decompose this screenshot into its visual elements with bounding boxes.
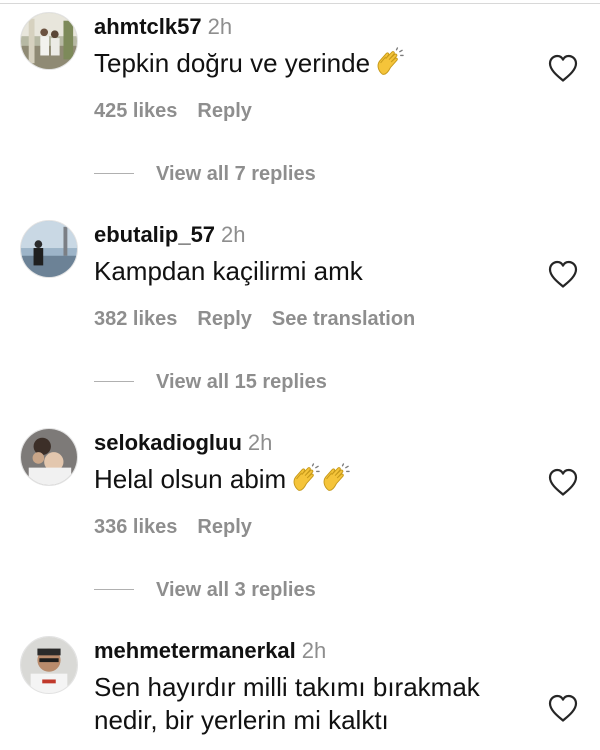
view-replies-button[interactable]: View all 3 replies (94, 579, 316, 602)
replies-divider (94, 381, 134, 382)
likes-count[interactable]: 336 likes (94, 516, 177, 538)
see-translation-button[interactable]: See translation (272, 308, 415, 330)
comment-body: Helal olsun abim (94, 464, 287, 494)
heart-icon[interactable] (547, 53, 579, 83)
clapping-hands-emoji-icon (374, 47, 404, 77)
comment-body: Tepkin doğru ve yerinde (94, 48, 371, 78)
reply-button[interactable]: Reply (197, 100, 251, 122)
heart-icon[interactable] (547, 467, 579, 497)
comment-actions: 382 likes Reply See translation (94, 308, 435, 331)
timestamp: 2h (301, 638, 327, 663)
comment-header: selokadiogluu 2h (94, 430, 272, 456)
comment-header: ebutalip_57 2h (94, 222, 246, 248)
username[interactable]: mehmetermanerkal (94, 638, 296, 663)
username[interactable]: ebutalip_57 (94, 222, 215, 247)
view-replies-label: View all 15 replies (156, 371, 327, 393)
reply-button[interactable]: Reply (197, 308, 251, 330)
heart-icon[interactable] (547, 693, 579, 723)
view-replies-button[interactable]: View all 7 replies (94, 163, 316, 186)
avatar[interactable] (20, 220, 78, 278)
likes-count[interactable]: 382 likes (94, 308, 177, 330)
username[interactable]: ahmtclk57 (94, 14, 202, 39)
avatar-photo (21, 429, 77, 485)
comment-text: Kampdan kaçilirmi amk (94, 255, 534, 288)
username[interactable]: selokadiogluu (94, 430, 242, 455)
view-replies-label: View all 3 replies (156, 579, 316, 601)
comment-actions: 336 likes Reply (94, 516, 272, 539)
comment-body: Kampdan kaçilirmi amk (94, 256, 363, 286)
heart-icon[interactable] (547, 259, 579, 289)
likes-count[interactable]: 425 likes (94, 100, 177, 122)
comment-actions: 425 likes Reply (94, 100, 272, 123)
avatar[interactable] (20, 12, 78, 70)
replies-divider (94, 173, 134, 174)
comment-header: ahmtclk57 2h (94, 14, 232, 40)
comment-text: Tepkin doğru ve yerinde (94, 47, 534, 80)
replies-divider (94, 589, 134, 590)
timestamp: 2h (207, 14, 233, 39)
view-replies-button[interactable]: View all 15 replies (94, 371, 327, 394)
comment-body: Sen hayırdır milli takımı bırakmak nedir… (94, 672, 480, 735)
avatar[interactable] (20, 636, 78, 694)
reply-button[interactable]: Reply (197, 516, 251, 538)
avatar[interactable] (20, 428, 78, 486)
top-divider (0, 3, 600, 4)
avatar-photo (21, 13, 77, 69)
clapping-hands-emoji-icon (320, 463, 350, 493)
clapping-hands-emoji-icon (290, 463, 320, 493)
avatar-photo (21, 221, 77, 277)
comment-text: Helal olsun abim (94, 463, 534, 496)
timestamp: 2h (247, 430, 273, 455)
comment-text: Sen hayırdır milli takımı bırakmak nedir… (94, 671, 534, 737)
comment-header: mehmetermanerkal 2h (94, 638, 326, 664)
view-replies-label: View all 7 replies (156, 163, 316, 185)
timestamp: 2h (221, 222, 246, 247)
avatar-photo (21, 637, 77, 693)
